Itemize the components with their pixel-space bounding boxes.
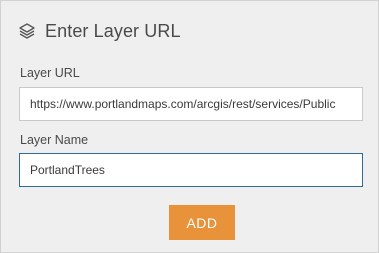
layers-icon: [18, 22, 36, 40]
panel-header: Enter Layer URL: [18, 20, 181, 42]
add-button[interactable]: ADD: [169, 205, 235, 240]
panel-title: Enter Layer URL: [45, 20, 181, 41]
enter-layer-url-panel: Enter Layer URL Layer URL Layer Name ADD: [0, 0, 379, 253]
layer-name-label: Layer Name: [20, 133, 89, 147]
layer-url-label: Layer URL: [20, 66, 80, 80]
layer-name-input[interactable]: [19, 153, 363, 187]
layer-url-input[interactable]: [19, 87, 363, 121]
